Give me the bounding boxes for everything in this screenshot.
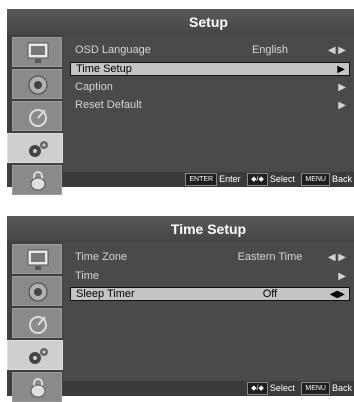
sound-category-tab[interactable] [12, 276, 62, 306]
menu-item-time-setup[interactable]: Time Setup ▶ [70, 62, 350, 76]
menu-key-badge: MENU [301, 173, 330, 186]
menu-item-sleep-timer[interactable]: Sleep Timer Off ◀▶ [70, 287, 350, 301]
lock-icon [30, 171, 46, 191]
menu-item-value: Off [262, 288, 278, 300]
channel-icon [29, 316, 47, 334]
right-arrow-icon: ▶ [338, 100, 346, 111]
channel-icon [29, 109, 47, 127]
menu-item-osd-language[interactable]: OSD Language English ◀ ▶ [70, 43, 350, 58]
menu-item-label: Time Setup [76, 63, 132, 75]
right-arrow-icon: ▶ [337, 64, 345, 75]
back-hint: Back [331, 174, 352, 184]
right-arrow-icon: ▶ [338, 82, 346, 93]
key-hint-bar: ◆/◆ Select MENU Back [63, 381, 354, 396]
menu-item-reset-default[interactable]: Reset Default ▶ [70, 98, 350, 113]
setup-menu-panel: Setup OSD Language English ◀ ▶ Time Setu… [7, 9, 354, 195]
left-right-arrow-icon: ◀ ▶ [327, 252, 346, 263]
left-right-arrow-icon: ◀ ▶ [327, 45, 346, 56]
time-setup-menu-panel: Time Setup Time Zone Eastern Time ◀ ▶ Ti… [7, 216, 354, 402]
lock-icon [30, 378, 46, 398]
enter-key-badge: ENTER [185, 173, 218, 186]
setup-icon [29, 348, 48, 364]
menu-item-value: English [251, 44, 289, 56]
enter-hint: Enter [219, 174, 241, 184]
picture-category-tab[interactable] [12, 244, 62, 274]
sound-icon [28, 75, 48, 95]
lock-category-tab[interactable] [12, 372, 62, 402]
menu-item-time-zone[interactable]: Time Zone Eastern Time ◀ ▶ [70, 250, 350, 265]
lock-category-tab[interactable] [12, 165, 62, 195]
category-sidebar [7, 35, 63, 195]
menu-item-value: Eastern Time [237, 251, 303, 263]
picture-icon [27, 249, 49, 270]
left-right-arrow-icon: ◀▶ [329, 289, 345, 300]
menu-item-label: Time [75, 270, 100, 282]
category-sidebar [7, 242, 63, 402]
setup-icon [29, 141, 48, 157]
picture-category-tab[interactable] [12, 37, 62, 67]
back-hint: Back [331, 383, 352, 393]
select-hint: Select [269, 383, 295, 393]
setup-category-tab[interactable] [7, 340, 63, 370]
right-arrow-icon: ▶ [338, 271, 346, 282]
key-hint-bar: ENTER Enter ◆/◆ Select MENU Back [63, 172, 354, 187]
panel-title: Setup [7, 9, 354, 35]
channel-category-tab[interactable] [12, 308, 62, 338]
menu-key-badge: MENU [301, 382, 330, 395]
navigate-key-badge: ◆/◆ [247, 382, 268, 395]
menu-item-caption[interactable]: Caption ▶ [70, 80, 350, 95]
select-hint: Select [269, 174, 295, 184]
menu-item-label: Reset Default [75, 99, 142, 111]
sound-icon [28, 282, 48, 302]
navigate-key-badge: ◆/◆ [247, 173, 268, 186]
picture-icon [27, 42, 49, 63]
menu-item-time[interactable]: Time ▶ [70, 269, 350, 284]
menu-item-label: Caption [75, 81, 113, 93]
channel-category-tab[interactable] [12, 101, 62, 131]
panel-title: Time Setup [7, 216, 354, 242]
setup-category-tab[interactable] [7, 133, 63, 163]
sound-category-tab[interactable] [12, 69, 62, 99]
